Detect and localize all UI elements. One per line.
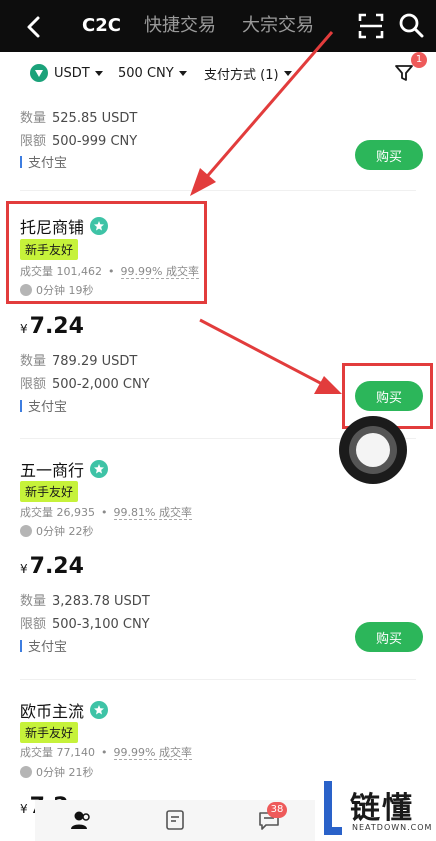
payment-method-tag: 支付宝 <box>20 152 67 171</box>
amount-selector[interactable]: 500 CNY <box>118 63 187 83</box>
chevron-down-icon <box>283 70 292 76</box>
avg-release-time: 0分钟 22秒 <box>20 523 94 539</box>
tab-c2c[interactable]: C2C <box>82 14 121 38</box>
limit-row: 限额 500-2,000 CNY <box>20 377 150 392</box>
coin-selector[interactable]: USDT <box>30 63 103 83</box>
payment-color-bar <box>20 155 22 168</box>
payment-method-label: 支付方式 (1) <box>204 67 279 83</box>
verified-badge-icon <box>90 460 109 478</box>
orders-icon[interactable] <box>163 808 187 832</box>
avg-release-time: 0分钟 21秒 <box>20 764 94 780</box>
tab-block-trade[interactable]: 大宗交易 <box>242 14 314 38</box>
new-user-friendly-tag: 新手友好 <box>20 722 79 743</box>
clock-icon <box>20 766 32 778</box>
amount-label: 500 CNY <box>118 65 174 81</box>
payment-method-selector[interactable]: 支付方式 (1) <box>204 63 292 83</box>
messages-count-badge: 38 <box>267 802 287 818</box>
merchant-stats: 成交量 26,935 • 99.81% 成交率 <box>20 506 192 520</box>
filter-count-badge: 1 <box>411 52 427 68</box>
chevron-down-icon <box>178 70 187 76</box>
top-nav-bar: C2C 快捷交易 大宗交易 <box>0 0 436 52</box>
limit-row: 限额 500-999 CNY <box>20 134 138 149</box>
quantity-row: 数量 789.29 USDT <box>20 354 138 369</box>
back-arrow-icon[interactable] <box>20 13 48 41</box>
merchant-name[interactable]: 欧币主流 <box>20 698 109 722</box>
highlight-box-merchant <box>6 201 207 304</box>
limit-row: 限额 500-3,100 CNY <box>20 617 150 632</box>
watermark-text: 链懂 <box>350 791 414 826</box>
payment-method-tag: 支付宝 <box>20 636 67 655</box>
buy-button[interactable]: 购买 <box>355 622 423 652</box>
tab-quick-trade[interactable]: 快捷交易 <box>144 14 216 38</box>
funnel-filter-icon[interactable] <box>393 62 415 84</box>
clock-icon <box>20 525 32 537</box>
coin-label: USDT <box>54 65 90 81</box>
scan-icon[interactable] <box>358 13 384 39</box>
payment-color-bar <box>20 399 22 412</box>
merchant-stats: 成交量 77,140 • 99.99% 成交率 <box>20 746 192 760</box>
divider <box>20 190 416 191</box>
new-user-friendly-tag: 新手友好 <box>20 481 79 502</box>
price: ¥7.24 <box>20 314 84 339</box>
watermark-logo: 链懂 NEATDOWN.COM <box>318 775 436 841</box>
bottom-nav-bar: 38 <box>35 800 315 841</box>
verified-badge-icon <box>90 701 109 719</box>
chevron-down-icon <box>94 70 103 76</box>
quantity-row: 数量 525.85 USDT <box>20 111 138 126</box>
merchant-name[interactable]: 五一商行 <box>20 457 109 481</box>
divider <box>20 679 416 680</box>
search-icon[interactable] <box>398 12 424 38</box>
payment-color-bar <box>20 639 22 652</box>
usdt-coin-icon <box>30 64 48 82</box>
buy-button[interactable]: 购买 <box>355 140 423 170</box>
quantity-row: 数量 3,283.78 USDT <box>20 594 150 609</box>
watermark-subtext: NEATDOWN.COM <box>352 823 433 832</box>
payment-method-tag: 支付宝 <box>20 396 67 415</box>
filter-bar: USDT 500 CNY 支付方式 (1) 1 <box>0 52 436 94</box>
watermark-l-icon <box>324 781 342 835</box>
price: ¥7.24 <box>20 554 84 579</box>
assistive-touch-button[interactable] <box>339 416 407 484</box>
c2c-people-icon[interactable] <box>69 808 93 832</box>
